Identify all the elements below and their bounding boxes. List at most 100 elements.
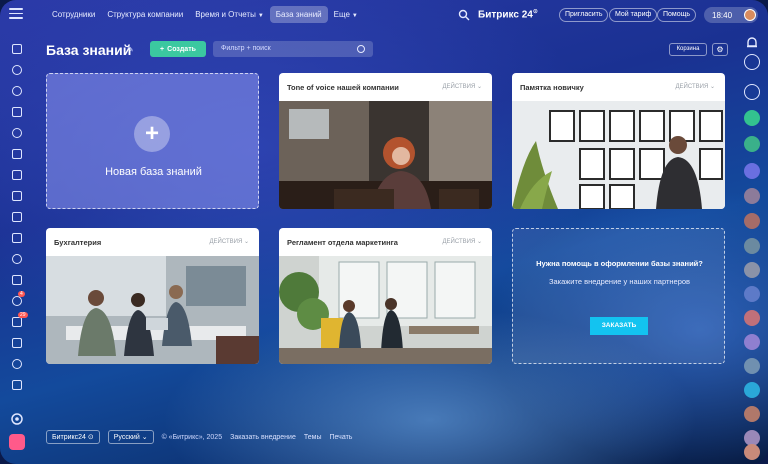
sidebar-item-drive[interactable] (0, 185, 34, 206)
filter-search-input[interactable]: Фильтр + поиск (213, 41, 373, 57)
contact-avatar[interactable] (744, 262, 760, 278)
chat-icon (12, 85, 22, 96)
nav-knowledge-base[interactable]: База знаний (269, 6, 328, 23)
support-icon[interactable] (744, 84, 760, 100)
card-photo-marketing-office (279, 256, 492, 364)
basket-button[interactable]: Корзина (669, 43, 707, 56)
copyright-text: © «Битрикс», 2025 (161, 433, 223, 441)
language-select[interactable]: Русский ⌄ (107, 430, 154, 444)
bell-icon[interactable] (744, 35, 760, 51)
nav-more[interactable]: Еще ▼ (328, 6, 364, 23)
card-title: Памятка новичку (520, 83, 584, 92)
sidebar-item-shop[interactable] (0, 374, 34, 395)
knowledge-base-card-tone-of-voice[interactable]: Tone of voice нашей компании ДЕЙСТВИЯ ⌄ (279, 73, 492, 209)
card-actions-dropdown[interactable]: ДЕЙСТВИЯ ⌄ (442, 83, 482, 90)
contact-avatar[interactable] (744, 136, 760, 152)
card-actions-dropdown[interactable]: ДЕЙСТВИЯ ⌄ (442, 238, 482, 245)
contact-avatar[interactable] (744, 406, 760, 422)
sidebar-item-store[interactable] (0, 332, 34, 353)
card-photo-team-meeting (46, 256, 259, 364)
contact-avatar[interactable] (744, 334, 760, 350)
sidebar-item-checklist[interactable] (0, 269, 34, 290)
create-button[interactable]: + Создать (150, 41, 206, 57)
feed-icon (12, 106, 22, 117)
my-tariff-button[interactable]: Мой тариф (609, 8, 658, 22)
sidebar-item-calendar[interactable] (0, 143, 34, 164)
top-nav: Сотрудники Структура компании Время и От… (46, 6, 364, 23)
help-label: Помощь (663, 11, 691, 18)
settings-gear-icon[interactable] (9, 411, 25, 427)
contact-avatar[interactable] (744, 310, 760, 326)
clock-widget[interactable]: 18:40 (704, 7, 758, 23)
board-icon (12, 211, 22, 222)
nav-company-structure[interactable]: Структура компании (101, 6, 189, 23)
chevron-down-icon: ▼ (351, 13, 358, 19)
sidebar-item-crm[interactable]: 29 (0, 311, 34, 332)
print-link[interactable]: Печать (329, 434, 352, 441)
contact-avatar[interactable] (744, 444, 760, 460)
sidebar-item-groups[interactable] (0, 248, 34, 269)
chevron-down-icon: ⌄ (243, 239, 249, 245)
sidebar-item-home[interactable] (0, 38, 34, 59)
invite-button[interactable]: Пригласить (559, 8, 609, 22)
mail-icon (12, 232, 22, 243)
order-button[interactable]: ЗАКАЗАТЬ (590, 317, 648, 335)
sidebar-item-tasks[interactable] (0, 122, 34, 143)
page-title: База знаний (46, 42, 132, 58)
nav-label: База знаний (275, 10, 322, 19)
sidebar-item-marketing[interactable] (0, 353, 34, 374)
drive-icon (12, 190, 22, 201)
nav-employees[interactable]: Сотрудники (46, 6, 101, 23)
card-actions-dropdown[interactable]: ДЕЙСТВИЯ ⌄ (675, 83, 715, 90)
card-title: Tone of voice нашей компании (287, 83, 399, 92)
contact-avatar[interactable] (744, 238, 760, 254)
sidebar-item-mail[interactable] (0, 227, 34, 248)
tasks-icon (12, 127, 22, 138)
marketing-icon (12, 358, 22, 369)
upgrade-icon[interactable] (9, 434, 25, 450)
sidebar-item-boards[interactable] (0, 206, 34, 227)
footer-brand-button[interactable]: Битрикс24 ⊙ (46, 430, 100, 444)
right-sidebar (736, 30, 768, 464)
new-knowledge-base-card[interactable]: + Новая база знаний (46, 73, 259, 209)
contact-avatar[interactable] (744, 382, 760, 398)
brand-text: Битрикс 24 (478, 9, 533, 21)
filter-placeholder: Фильтр + поиск (221, 45, 271, 52)
notification-badge: 29 (18, 312, 28, 318)
clock-time: 18:40 (712, 11, 733, 20)
knowledge-base-card-accounting[interactable]: Бухгалтерия ДЕЙСТВИЯ ⌄ (46, 228, 259, 364)
actions-label: ДЕЙСТВИЯ (442, 84, 476, 90)
search-icon[interactable] (458, 9, 470, 21)
create-label: Создать (167, 45, 196, 53)
actions-label: ДЕЙСТВИЯ (209, 239, 243, 245)
sidebar-item-docs[interactable] (0, 164, 34, 185)
order-implementation-link[interactable]: Заказать внедрение (230, 434, 296, 441)
knowledge-base-card-newbie-memo[interactable]: Памятка новичку ДЕЙСТВИЯ ⌄ (512, 73, 725, 209)
contact-avatar[interactable] (744, 163, 760, 179)
help-button[interactable]: Помощь (657, 8, 697, 22)
pin-icon[interactable]: ✎ (127, 45, 134, 54)
invite-label: Пригласить (565, 11, 603, 18)
sidebar-item-chat[interactable] (0, 80, 34, 101)
user-avatar[interactable] (744, 9, 756, 21)
sidebar-item-feed[interactable] (0, 101, 34, 122)
contact-avatar[interactable] (744, 110, 760, 126)
knowledge-base-card-marketing-rules[interactable]: Регламент отдела маркетинга ДЕЙСТВИЯ ⌄ (279, 228, 492, 364)
footer-brand-label: Битрикс24 (52, 434, 86, 441)
gear-icon[interactable]: ⚙ (712, 43, 728, 56)
card-actions-dropdown[interactable]: ДЕЙСТВИЯ ⌄ (209, 238, 249, 245)
themes-link[interactable]: Темы (304, 434, 322, 441)
contact-avatar[interactable] (744, 188, 760, 204)
contact-avatar[interactable] (744, 358, 760, 374)
chevron-down-icon: ▼ (257, 13, 264, 19)
copilot-chat-icon[interactable] (744, 54, 760, 70)
card-photo-woman-office (279, 101, 492, 209)
menu-icon[interactable] (9, 8, 23, 20)
search-icon[interactable] (357, 45, 365, 53)
contact-avatar[interactable] (744, 286, 760, 302)
sidebar-item-copilot[interactable] (0, 59, 34, 80)
nav-time-reports[interactable]: Время и Отчеты ▼ (189, 6, 270, 23)
actions-label: ДЕЙСТВИЯ (442, 239, 476, 245)
sidebar-item-channels[interactable]: 4 (0, 290, 34, 311)
contact-avatar[interactable] (744, 213, 760, 229)
